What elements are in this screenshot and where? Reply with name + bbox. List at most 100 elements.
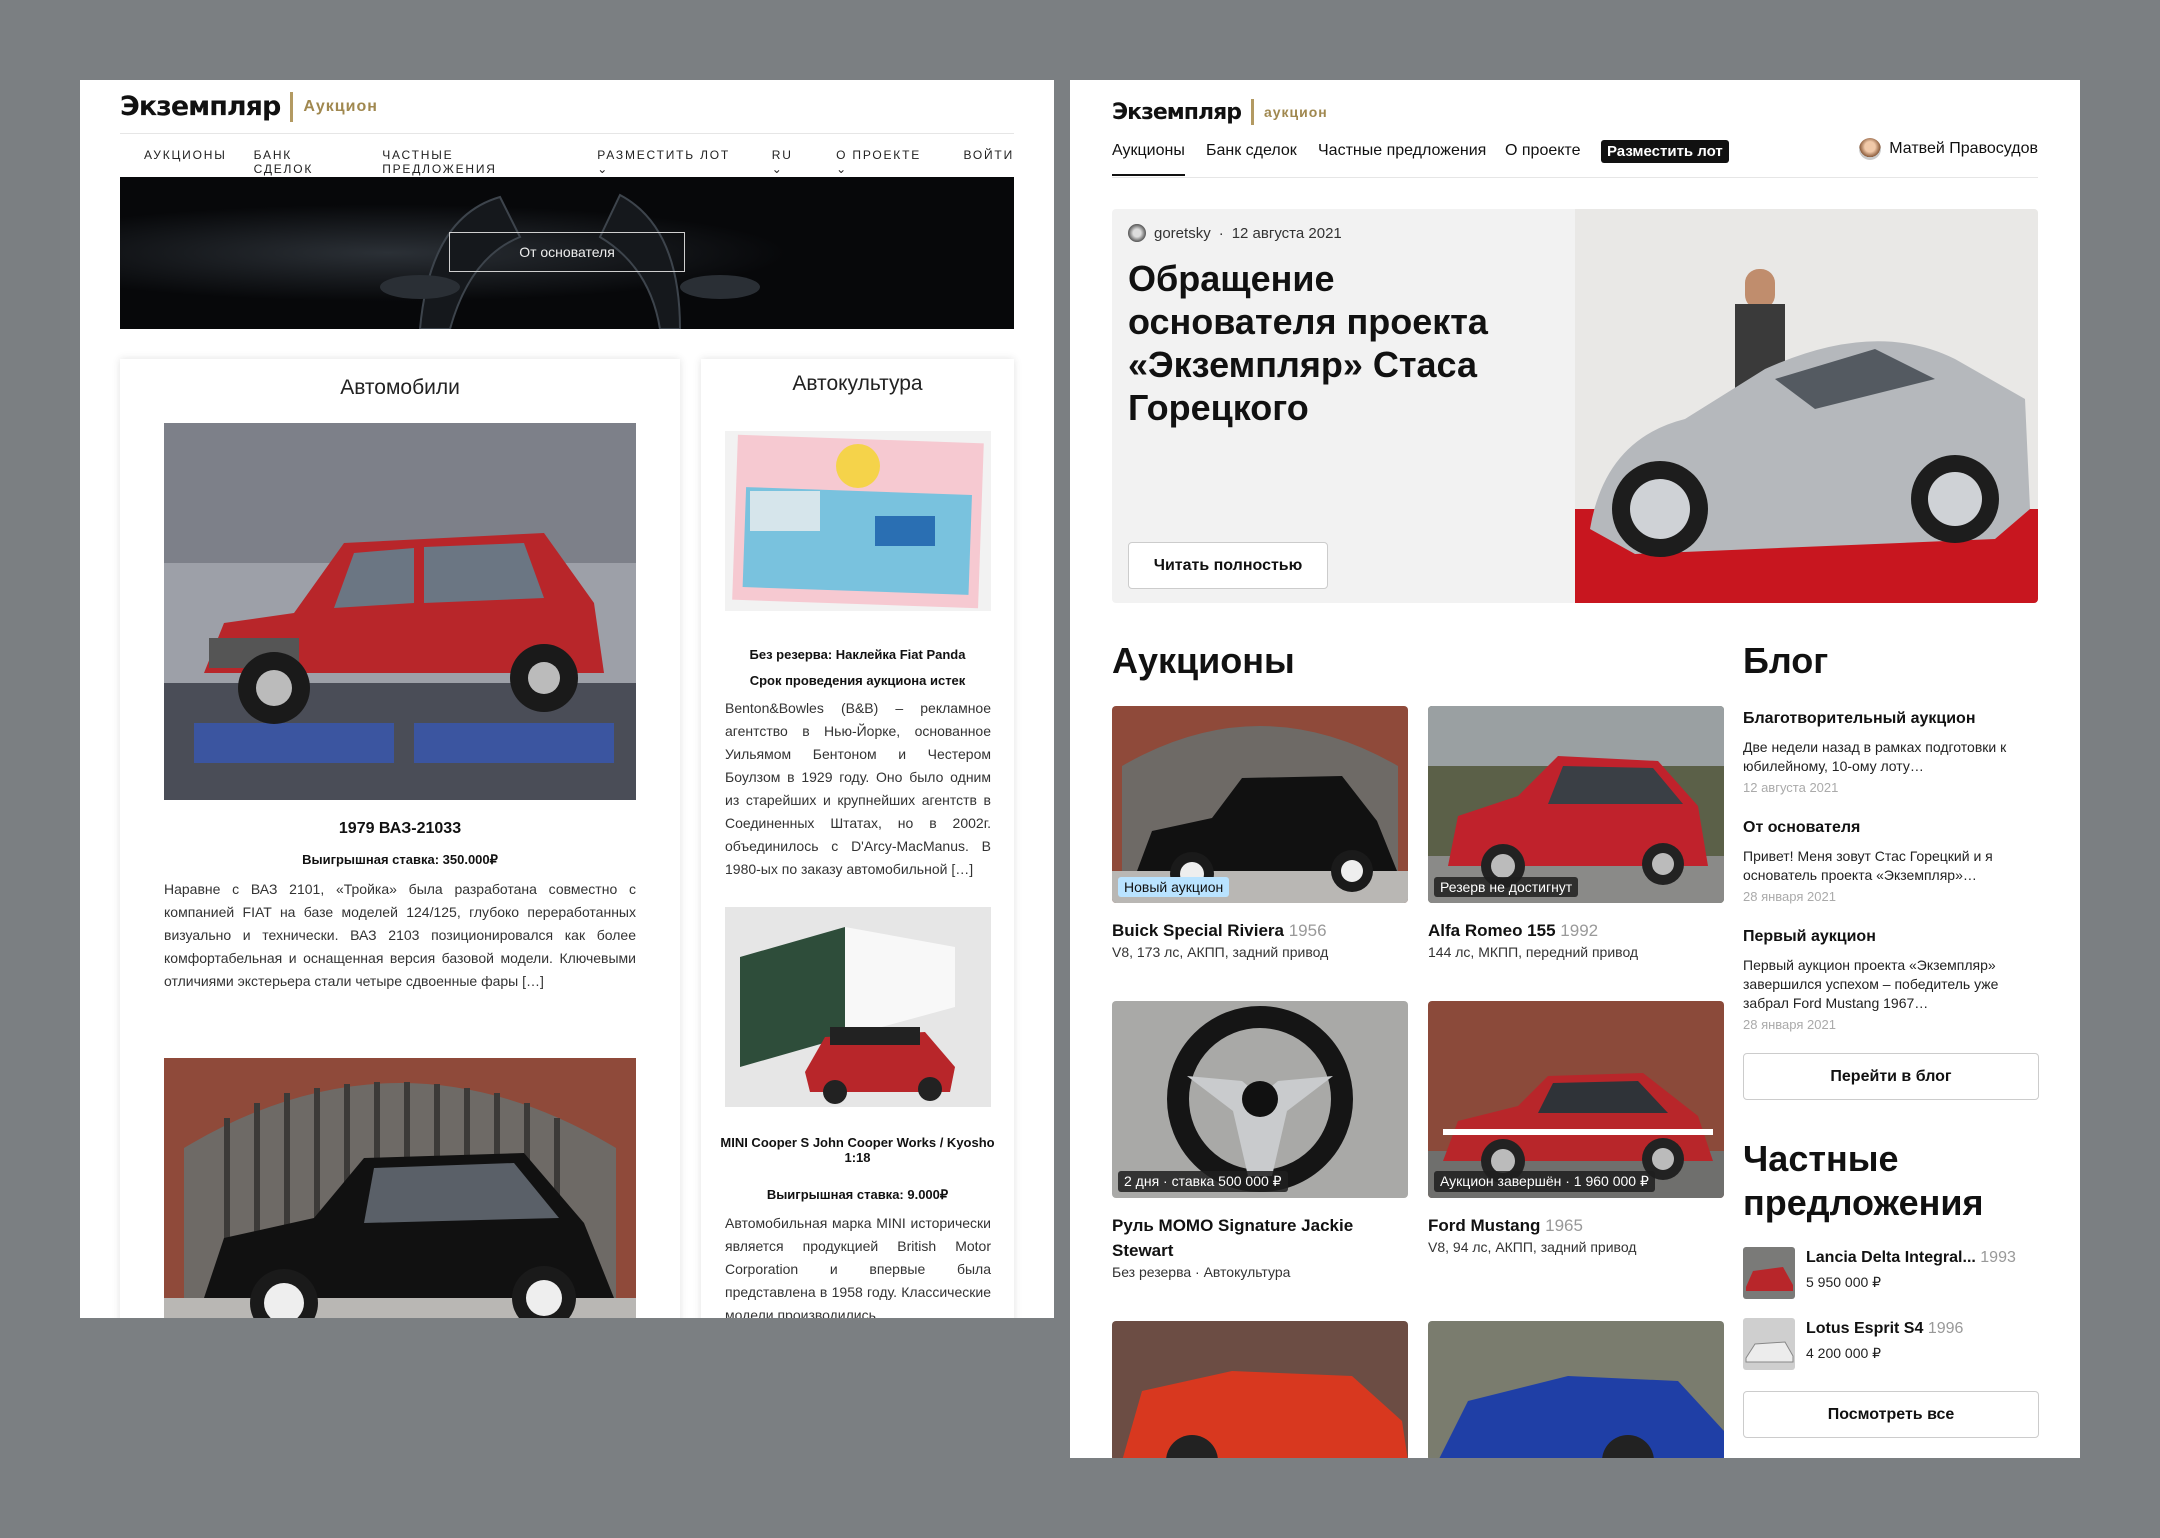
old-nav-place-lot[interactable]: РАЗМЕСТИТЬ ЛОТ ⌄	[597, 148, 745, 176]
meta-dot: ·	[1218, 224, 1224, 242]
old-nav-login[interactable]: ВОЙТИ	[963, 148, 1014, 176]
logo-separator	[1250, 99, 1254, 125]
lot-name: Руль MOMO Signature Jackie Stewart	[1112, 1216, 1354, 1260]
founder-illustration	[1575, 209, 2038, 603]
lot-title[interactable]: Alfa Romeo 155 1992	[1428, 918, 1724, 943]
lot-photo: Аукцион завершён · 1 960 000 ₽	[1428, 1001, 1724, 1198]
lot-photo-partial[interactable]	[1428, 1321, 1724, 1458]
lot-card[interactable]: Аукцион завершён · 1 960 000 ₽ Ford Must…	[1428, 1001, 1724, 1255]
vaz-lot-title[interactable]: 1979 ВАЗ-21033	[120, 820, 680, 838]
cars-card: Автомобили 1979 ВАЗ-21033 Выигрышная ста…	[120, 359, 680, 1318]
blog-heading: Блог	[1743, 640, 1829, 681]
lot-name: Alfa Romeo 155	[1428, 921, 1556, 940]
featured-article[interactable]: goretsky · 12 августа 2021 Обращение осн…	[1112, 209, 2038, 603]
sticker-lot-status: Срок проведения аукциона истек	[749, 673, 966, 688]
lot-card[interactable]: Резерв не достигнут Alfa Romeo 155 1992 …	[1428, 706, 1724, 960]
nav-private[interactable]: Частные предложения	[1318, 142, 1486, 160]
vaz-illustration	[164, 423, 636, 800]
blog-post[interactable]: Первый аукцион Первый аукцион проекта «Э…	[1743, 928, 2043, 1032]
lot-title[interactable]: Руль MOMO Signature Jackie Stewart	[1112, 1213, 1408, 1263]
nav-deals[interactable]: Банк сделок	[1206, 142, 1297, 160]
blog-post[interactable]: От основателя Привет! Меня зовут Стас Го…	[1743, 819, 2043, 904]
offer-thumb	[1743, 1247, 1795, 1299]
nav-about[interactable]: О проекте	[1505, 142, 1580, 160]
blog-post-date: 12 августа 2021	[1743, 780, 1839, 795]
blog-post-title: От основателя	[1743, 819, 1861, 836]
place-lot-button[interactable]: Разместить лот	[1601, 140, 1729, 163]
mini-illustration	[725, 907, 991, 1107]
article-title[interactable]: Обращение основателя проекта «Экземпляр»…	[1128, 257, 1498, 429]
sidebar: Блог Благотворительный аукцион Две недел…	[1743, 640, 2043, 1458]
fiat-panda-sticker-photo[interactable]	[725, 431, 991, 611]
lot-badge: Аукцион завершён · 1 960 000 ₽	[1434, 1171, 1655, 1192]
old-nav-lang[interactable]: RU ⌄	[772, 148, 809, 176]
offer-title: Lotus Esprit S4 1996	[1806, 1320, 1963, 1338]
blog-post-title: Благотворительный аукцион	[1743, 710, 1976, 727]
buick-thumb	[1112, 706, 1408, 903]
sticker-illustration	[725, 431, 991, 611]
lancia-thumb	[1743, 1247, 1795, 1299]
founder-banner[interactable]: От основателя	[120, 177, 1014, 329]
offer-thumb	[1743, 1318, 1795, 1370]
old-nav-auctions[interactable]: АУКЦИОНЫ	[144, 148, 227, 176]
alfa-thumb	[1428, 706, 1724, 903]
lot-photo: Резерв не достигнут	[1428, 706, 1724, 903]
founder-photo	[1575, 209, 2038, 603]
sticker-lot-title[interactable]: Без резерва: Наклейка Fiat Panda	[711, 647, 1004, 662]
old-nav-private[interactable]: ЧАСТНЫЕ ПРЕДЛОЖЕНИЯ	[382, 148, 570, 176]
blog-post-title: Первый аукцион	[1743, 928, 1876, 945]
see-all-offers-button[interactable]: Посмотреть все	[1743, 1391, 2039, 1438]
lot-card[interactable]: Новый аукцион Buick Special Riviera 1956…	[1112, 706, 1408, 960]
mini-lot-text: Автомобильная марка MINI исторически явл…	[725, 1215, 991, 1318]
lot-badge: Новый аукцион	[1118, 877, 1230, 897]
mini-model-photo[interactable]	[725, 907, 991, 1107]
lot-card[interactable]: 2 дня · ставка 500 000 ₽ Руль MOMO Signa…	[1112, 1001, 1408, 1280]
logo-name: Экземпляр	[120, 91, 281, 122]
offer-price: 5 950 000 ₽	[1806, 1274, 1882, 1290]
read-more-button[interactable]: Читать полностью	[1128, 542, 1328, 589]
from-founder-button[interactable]: От основателя	[449, 232, 685, 272]
culture-card: Автокультура Без резерва: Наклейка Fiat …	[701, 359, 1014, 1318]
blue-coupe-thumb	[1428, 1321, 1724, 1458]
auctions-heading: Аукционы	[1112, 640, 1295, 681]
go-to-blog-button[interactable]: Перейти в блог	[1743, 1053, 2039, 1100]
mini-lot-title[interactable]: MINI Cooper S John Cooper Works / Kyosho…	[715, 1135, 1000, 1165]
article-author[interactable]: goretsky	[1154, 225, 1211, 242]
lot-photo-partial[interactable]	[1112, 1321, 1408, 1458]
author-avatar	[1128, 224, 1146, 242]
blog-post[interactable]: Благотворительный аукцион Две недели наз…	[1743, 710, 2043, 795]
lot-title[interactable]: Ford Mustang 1965	[1428, 1213, 1724, 1238]
lot-specs: V8, 173 лс, АКПП, задний привод	[1112, 944, 1329, 960]
old-logo[interactable]: Экземпляр аукцион	[120, 91, 378, 122]
private-offers-heading: Частные предложения	[1743, 1138, 1984, 1223]
old-site-screenshot: Экземпляр аукцион АУКЦИОНЫ БАНК СДЕЛОК Ч…	[80, 80, 1054, 1318]
old-nav-deals[interactable]: БАНК СДЕЛОК	[254, 148, 356, 176]
offer-price: 4 200 000 ₽	[1806, 1345, 1882, 1361]
article-meta: goretsky · 12 августа 2021	[1128, 224, 1342, 242]
mini-lot-bid: Выигрышная ставка: 9.000₽	[766, 1187, 949, 1202]
lot-badge: 2 дня · ставка 500 000 ₽	[1118, 1171, 1288, 1192]
red-coupe-thumb	[1112, 1321, 1408, 1458]
lot-year: 1965	[1545, 1216, 1583, 1235]
lot-specs: 144 лс, МКПП, передний привод	[1428, 944, 1639, 960]
lot-name: Ford Mustang	[1428, 1216, 1541, 1235]
offer-item[interactable]: Lotus Esprit S4 1996 4 200 000 ₽	[1743, 1318, 2043, 1370]
logo-separator	[290, 91, 294, 122]
offer-year: 1996	[1927, 1320, 1964, 1337]
old-nav-about[interactable]: О ПРОЕКТЕ ⌄	[836, 148, 936, 176]
lot-year: 1992	[1560, 921, 1599, 940]
blog-post-date: 28 января 2021	[1743, 1017, 1836, 1032]
vaz-photo[interactable]	[164, 423, 636, 800]
lot-title[interactable]: Buick Special Riviera 1956	[1112, 918, 1408, 943]
user-menu[interactable]: Матвей Правосудов	[1859, 138, 2038, 160]
buick-photo[interactable]	[164, 1058, 636, 1318]
culture-card-title: Автокультура	[792, 372, 923, 395]
lotus-thumb	[1743, 1318, 1795, 1370]
offer-name: Lotus Esprit S4	[1806, 1320, 1924, 1337]
vaz-lot-bid: Выигрышная ставка: 350.000₽	[302, 852, 498, 867]
offer-item[interactable]: Lancia Delta Integral... 1993 5 950 000 …	[1743, 1247, 2043, 1299]
new-logo[interactable]: Экземпляр аукцион	[1112, 99, 1328, 125]
offer-title: Lancia Delta Integral... 1993	[1806, 1249, 2016, 1267]
nav-auctions[interactable]: Аукционы	[1112, 142, 1185, 176]
new-site-screenshot: Экземпляр аукцион Аукционы Банк сделок Ч…	[1070, 80, 2080, 1458]
